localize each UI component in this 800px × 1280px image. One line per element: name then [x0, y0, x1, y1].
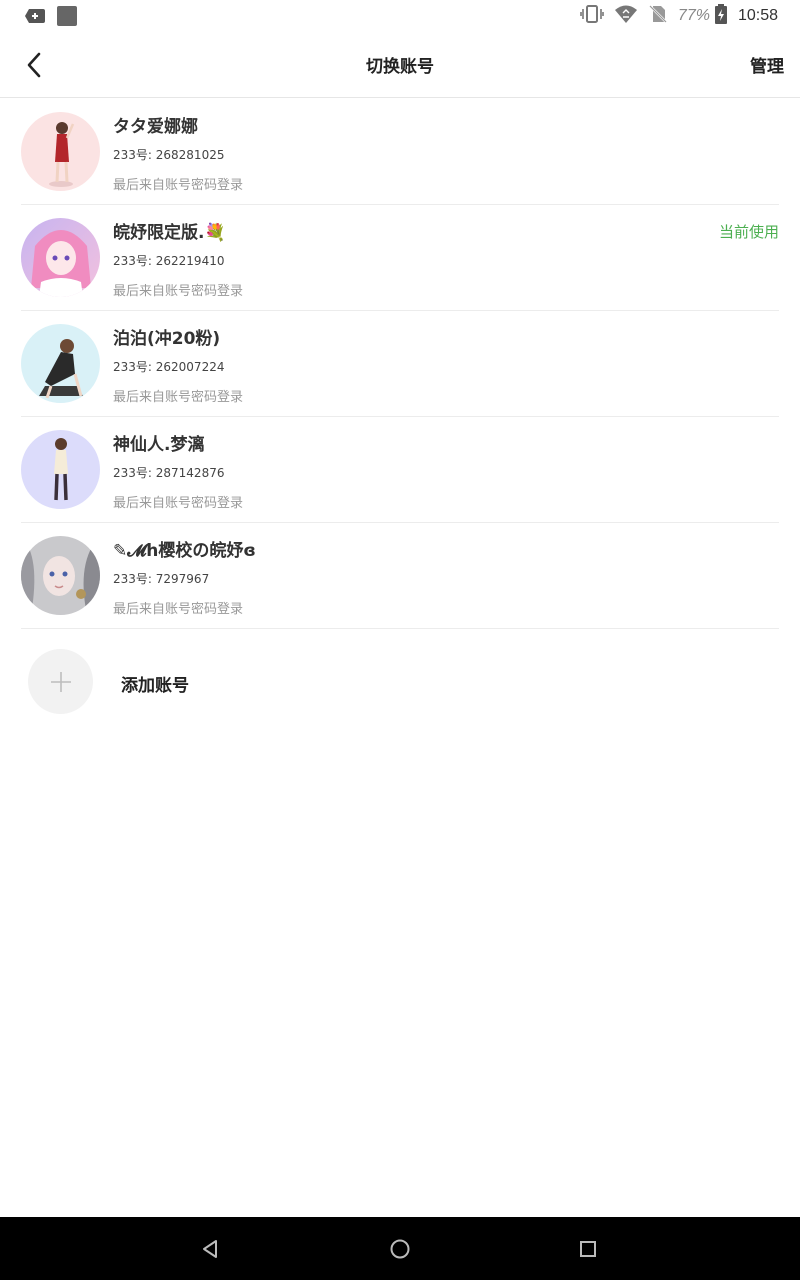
nav-home-button[interactable] [387, 1236, 413, 1262]
account-item[interactable]: 皖妤限定版.💐 233号: 262219410 最后来自账号密码登录 当前使用 [21, 205, 779, 311]
status-bar: 77% 10:58 [0, 0, 800, 32]
account-nickname: ✎𝓜h樱校の皖妤ɞ [113, 541, 256, 561]
vibrate-icon [580, 4, 604, 28]
add-account-label: 添加账号 [121, 676, 189, 696]
app-header: 切换账号 管理 [0, 32, 800, 98]
system-nav-bar [0, 1217, 800, 1280]
account-id: 233号: 287142876 [113, 466, 225, 480]
account-item[interactable]: 泊泊(冲20粉) 233号: 262007224 最后来自账号密码登录 [21, 311, 779, 417]
avatar [21, 324, 100, 403]
account-nickname: 泊泊(冲20粉) [113, 329, 221, 349]
clock: 10:58 [737, 7, 778, 24]
battery-percentage: 77% [677, 7, 710, 24]
account-list: タタ爱娜娜 233号: 268281025 最后来自账号密码登录 皖妤限定版.💐… [0, 99, 800, 629]
login-method: 最后来自账号密码登录 [113, 390, 244, 405]
account-id: 233号: 268281025 [113, 148, 225, 162]
status-bar-right: 77% 10:58 [580, 0, 778, 32]
account-item[interactable]: 神仙人.梦漓 233号: 287142876 最后来自账号密码登录 [21, 417, 779, 523]
account-id: 233号: 262007224 [113, 360, 225, 374]
account-item[interactable]: タタ爱娜娜 233号: 268281025 最后来自账号密码登录 [21, 99, 779, 205]
no-sim-icon [648, 4, 668, 28]
add-account-button[interactable]: 添加账号 [28, 649, 328, 715]
page-title: 切换账号 [366, 57, 434, 77]
avatar [21, 536, 100, 615]
login-method: 最后来自账号密码登录 [113, 602, 244, 617]
avatar [21, 112, 100, 191]
login-method: 最后来自账号密码登录 [113, 178, 244, 193]
manage-button[interactable]: 管理 [750, 52, 784, 77]
nav-home-icon [390, 1239, 410, 1259]
nav-recents-button[interactable] [575, 1236, 601, 1262]
account-nickname: 神仙人.梦漓 [113, 435, 205, 455]
account-nickname: 皖妤限定版.💐 [113, 223, 226, 243]
login-method: 最后来自账号密码登录 [113, 284, 244, 299]
add-notification-icon [24, 6, 46, 26]
wifi-icon [614, 4, 638, 28]
avatar [21, 218, 100, 297]
nav-recents-icon [580, 1241, 596, 1257]
nav-back-button[interactable] [197, 1236, 223, 1262]
current-account-badge: 当前使用 [718, 223, 779, 241]
nav-back-icon [203, 1240, 217, 1258]
account-id: 233号: 262219410 [113, 254, 225, 268]
login-method: 最后来自账号密码登录 [113, 496, 244, 511]
account-nickname: タタ爱娜娜 [113, 117, 198, 137]
square-app-icon [56, 6, 78, 26]
plus-icon [50, 671, 71, 692]
account-id: 233号: 7297967 [113, 572, 210, 586]
avatar [21, 430, 100, 509]
add-account-circle [28, 649, 93, 714]
battery-icon [714, 4, 728, 28]
account-item[interactable]: ✎𝓜h樱校の皖妤ɞ 233号: 7297967 最后来自账号密码登录 [21, 523, 779, 629]
